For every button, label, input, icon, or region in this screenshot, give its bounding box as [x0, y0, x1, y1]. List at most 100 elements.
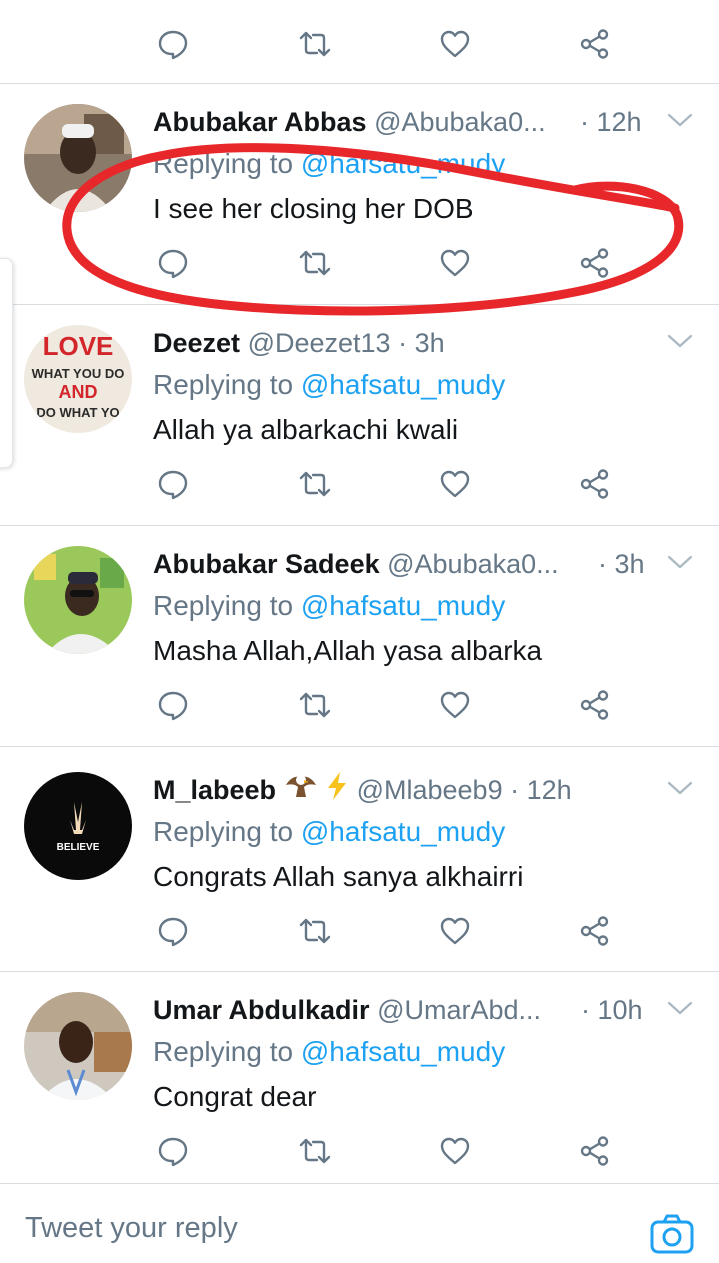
lightning-emoji-icon: [325, 771, 349, 812]
share-button[interactable]: [575, 909, 615, 953]
avatar[interactable]: LOVE WHAT YOU DO AND DO WHAT YO: [24, 325, 132, 433]
heart-icon: [438, 467, 472, 501]
display-name[interactable]: Deezet: [153, 328, 240, 358]
tweet-actions: [0, 462, 719, 510]
tweet-actions: [0, 683, 719, 731]
avatar-text: AND: [59, 382, 98, 402]
reply-icon: [156, 246, 190, 280]
replying-to: Replying to @hafsatu_mudy: [153, 365, 505, 405]
reply-button[interactable]: [153, 1129, 193, 1173]
chevron-down-icon[interactable]: [665, 108, 695, 132]
timestamp: · 10h: [581, 995, 643, 1025]
timestamp: · 12h: [580, 107, 642, 137]
retweet-button[interactable]: [295, 22, 335, 66]
side-panel-handle[interactable]: [0, 258, 13, 468]
like-button[interactable]: [435, 909, 475, 953]
divider: [0, 746, 719, 747]
retweet-button[interactable]: [295, 241, 335, 285]
reply-input[interactable]: Tweet your reply: [25, 1212, 238, 1245]
reply-button[interactable]: [153, 909, 193, 953]
like-button[interactable]: [435, 683, 475, 727]
retweet-button[interactable]: [295, 683, 335, 727]
share-icon: [578, 246, 612, 280]
retweet-icon: [298, 914, 332, 948]
username: @Deezet13: [247, 328, 391, 358]
avatar[interactable]: [24, 992, 132, 1100]
tweet-header: Umar Abdulkadir @UmarAbd... · 10h: [153, 990, 673, 1030]
replying-label: Replying to: [153, 816, 294, 847]
timestamp: · 3h: [398, 328, 445, 358]
tweet-header: Deezet @Deezet13 · 3h: [153, 323, 673, 363]
like-button[interactable]: [435, 1129, 475, 1173]
tweet[interactable]: LOVE WHAT YOU DO AND DO WHAT YO Deezet @…: [0, 305, 719, 525]
avatar-text: BELIEVE: [57, 842, 100, 853]
display-name[interactable]: M_labeeb: [153, 775, 276, 805]
reply-button[interactable]: [153, 241, 193, 285]
retweet-button[interactable]: [295, 462, 335, 506]
like-button[interactable]: [435, 462, 475, 506]
display-name[interactable]: Abubakar Abbas: [153, 107, 367, 137]
avatar-image: [24, 546, 132, 654]
tweet[interactable]: Abubakar Sadeek @Abubaka0... · 3h Replyi…: [0, 526, 719, 746]
camera-icon: [650, 1214, 694, 1254]
share-button[interactable]: [575, 22, 615, 66]
avatar[interactable]: [24, 104, 132, 212]
tweet-text: I see her closing her DOB: [153, 193, 474, 224]
like-button[interactable]: [435, 22, 475, 66]
reply-icon: [156, 688, 190, 722]
retweet-icon: [298, 688, 332, 722]
reply-button[interactable]: [153, 683, 193, 727]
share-button[interactable]: [575, 1129, 615, 1173]
replying-label: Replying to: [153, 1036, 294, 1067]
share-icon: [578, 1134, 612, 1168]
tweet-actions: [0, 241, 719, 289]
mention-link[interactable]: @hafsatu_mudy: [301, 369, 505, 400]
avatar-image: LOVE WHAT YOU DO AND DO WHAT YO: [24, 325, 132, 433]
previous-tweet-actions: [0, 22, 719, 70]
retweet-button[interactable]: [295, 909, 335, 953]
chevron-down-icon[interactable]: [665, 329, 695, 353]
heart-icon: [438, 246, 472, 280]
avatar-image: [24, 992, 132, 1100]
reply-icon: [156, 1134, 190, 1168]
avatar-text: DO WHAT YO: [36, 405, 119, 420]
avatar[interactable]: BELIEVE: [24, 772, 132, 880]
timestamp: · 12h: [510, 775, 572, 805]
share-button[interactable]: [575, 683, 615, 727]
retweet-button[interactable]: [295, 1129, 335, 1173]
mention-link[interactable]: @hafsatu_mudy: [301, 590, 505, 621]
reply-button[interactable]: [153, 462, 193, 506]
reply-composer: Tweet your reply: [0, 1183, 719, 1257]
chevron-down-icon[interactable]: [665, 776, 695, 800]
avatar[interactable]: [24, 546, 132, 654]
chevron-down-icon[interactable]: [665, 996, 695, 1020]
retweet-icon: [298, 467, 332, 501]
heart-icon: [438, 914, 472, 948]
username: @Abubaka0...: [387, 549, 559, 579]
mention-link[interactable]: @hafsatu_mudy: [301, 148, 505, 179]
tweet[interactable]: Umar Abdulkadir @UmarAbd... · 10h Replyi…: [0, 972, 719, 1192]
reply-button[interactable]: [153, 22, 193, 66]
retweet-icon: [298, 1134, 332, 1168]
like-button[interactable]: [435, 241, 475, 285]
tweet-actions: [0, 1129, 719, 1177]
tweet-text: Allah ya albarkachi kwali: [153, 414, 459, 445]
share-button[interactable]: [575, 462, 615, 506]
avatar-text: WHAT YOU DO: [32, 366, 125, 381]
display-name[interactable]: Abubakar Sadeek: [153, 549, 380, 579]
retweet-icon: [298, 27, 332, 61]
replying-label: Replying to: [153, 590, 294, 621]
camera-button[interactable]: [648, 1212, 696, 1258]
avatar-image: [24, 104, 132, 212]
display-name[interactable]: Umar Abdulkadir: [153, 995, 370, 1025]
replying-to: Replying to @hafsatu_mudy: [153, 144, 505, 184]
chevron-down-icon[interactable]: [665, 550, 695, 574]
mention-link[interactable]: @hafsatu_mudy: [301, 1036, 505, 1067]
avatar-text: LOVE: [43, 331, 114, 361]
tweet[interactable]: BELIEVE M_labeeb @Mlabeeb9 · 12h Replyin…: [0, 752, 719, 972]
mention-link[interactable]: @hafsatu_mudy: [301, 816, 505, 847]
retweet-icon: [298, 246, 332, 280]
tweet-actions: [0, 909, 719, 957]
share-button[interactable]: [575, 241, 615, 285]
tweet[interactable]: Abubakar Abbas @Abubaka0... · 12h Replyi…: [0, 84, 719, 304]
